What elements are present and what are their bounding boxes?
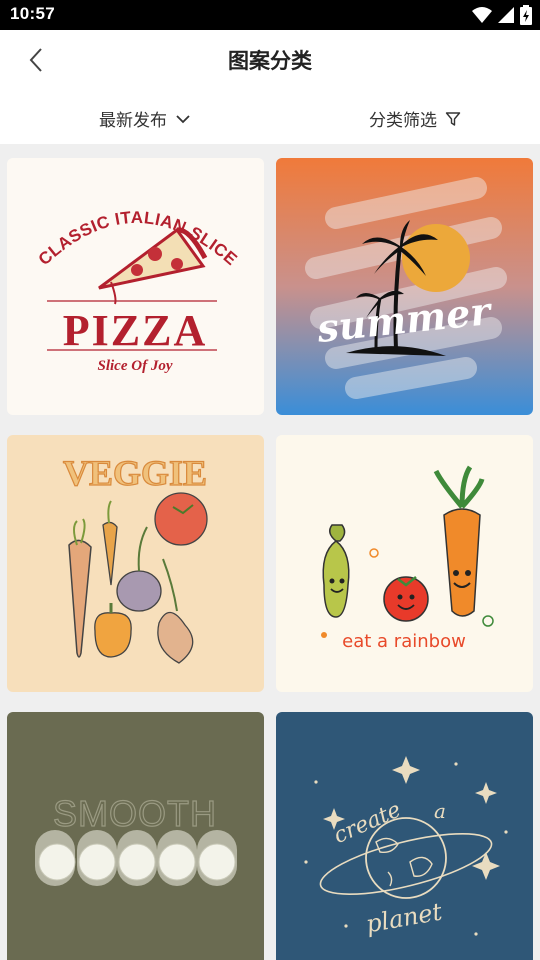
page-title: 图案分类 — [228, 49, 312, 73]
chevron-down-icon — [176, 114, 190, 123]
category-filter-button[interactable]: 分类筛选 — [369, 106, 461, 131]
filter-funnel-icon — [445, 111, 461, 126]
cellular-signal-icon — [498, 7, 514, 23]
pattern-card-rainbow[interactable]: eat a rainbow — [276, 435, 533, 692]
pattern-card-veggie[interactable]: VEGGIE — [7, 435, 264, 692]
pattern-card-planet[interactable]: create a planet — [276, 712, 533, 960]
status-icons — [472, 5, 532, 25]
pattern-card-summer[interactable]: summer — [276, 158, 533, 415]
status-time: 10:57 — [10, 4, 55, 23]
planet-word-bottom: planet — [364, 897, 445, 938]
battery-icon — [520, 5, 532, 25]
app-header: 图案分类 — [0, 30, 540, 90]
wifi-icon — [472, 7, 492, 23]
pizza-illustration: CLASSIC ITALIAN SLICE PIZZA Slice Of Joy — [35, 208, 241, 374]
veggie-illustration: VEGGIE — [62, 452, 208, 664]
pizza-word: PIZZA — [63, 306, 207, 355]
pattern-card-pizza[interactable]: CLASSIC ITALIAN SLICE PIZZA Slice Of Joy — [7, 158, 264, 415]
smooth-word: SMOOTH — [53, 793, 217, 834]
summer-illustration: summer — [276, 158, 533, 415]
smooth-illustration: SMOOTH — [35, 792, 237, 886]
rainbow-word: eat a rainbow — [342, 631, 466, 652]
pizza-tagline: Slice Of Joy — [98, 358, 173, 374]
pattern-grid: CLASSIC ITALIAN SLICE PIZZA Slice Of Joy — [0, 144, 540, 960]
veggie-word: VEGGIE — [63, 453, 207, 493]
sort-dropdown[interactable]: 最新发布 — [99, 106, 191, 131]
rainbow-illustration: eat a rainbow — [321, 465, 494, 652]
filter-bar: 最新发布 分类筛选 — [0, 90, 540, 144]
category-filter-label: 分类筛选 — [369, 111, 437, 131]
planet-word-mid: a — [434, 799, 446, 823]
sort-label: 最新发布 — [99, 111, 167, 131]
planet-illustration: create a planet — [304, 756, 508, 938]
status-bar: 10:57 — [0, 0, 540, 30]
pattern-card-smooth[interactable]: SMOOTH — [7, 712, 264, 960]
